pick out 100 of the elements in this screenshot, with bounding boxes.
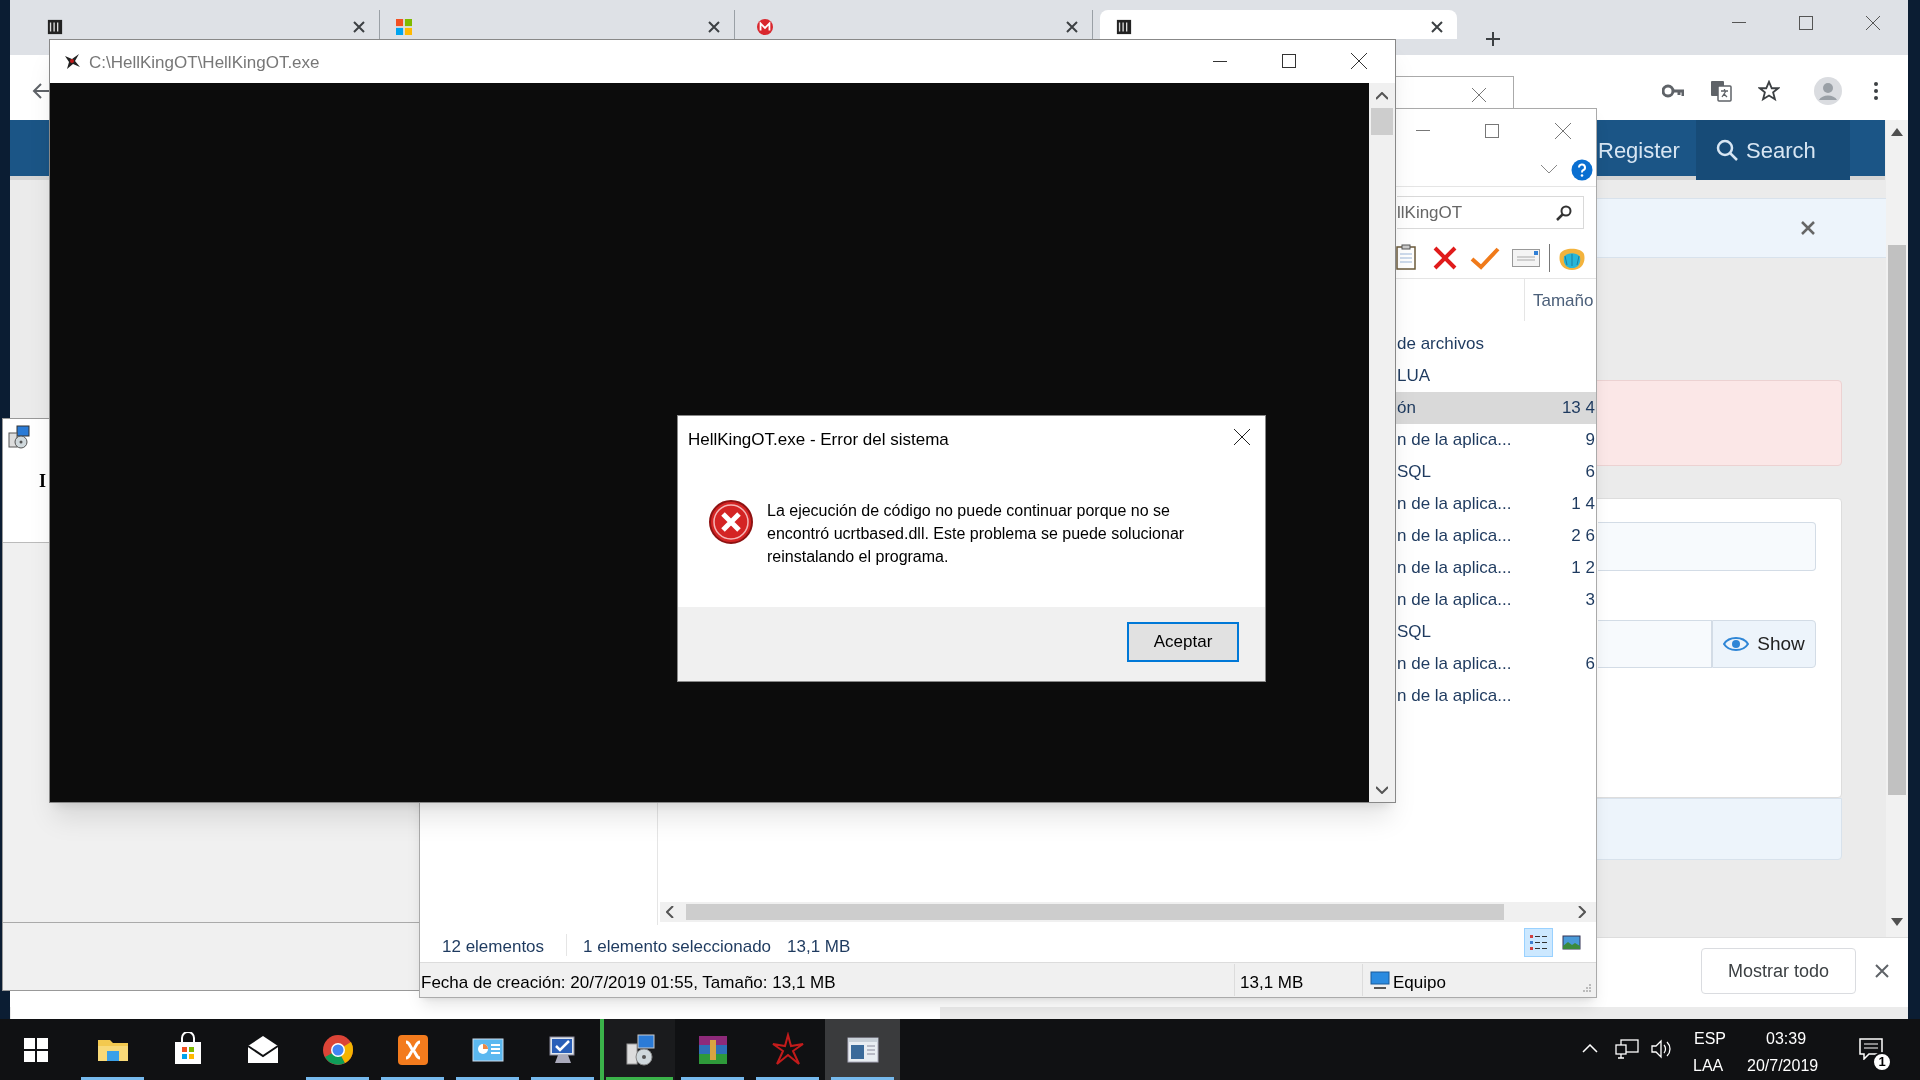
taskbar-app[interactable] <box>825 1019 900 1080</box>
column-header[interactable]: Tamaño <box>1533 288 1594 314</box>
file-type: n de la aplica... <box>1397 525 1512 548</box>
start-icon[interactable] <box>24 1038 48 1062</box>
search-link[interactable]: Search <box>1696 120 1850 180</box>
favicon-icon <box>1116 19 1132 35</box>
computer-icon <box>1370 971 1390 989</box>
help-icon[interactable] <box>1571 159 1593 181</box>
file-size: 13,1 MB <box>1240 972 1304 994</box>
close-icon[interactable] <box>1066 21 1078 33</box>
clock-date[interactable]: 20/7/2019 <box>1747 1054 1819 1078</box>
close-icon[interactable] <box>1431 21 1443 33</box>
item-count: 12 elementos <box>442 936 545 958</box>
file-size: 6 <box>1585 461 1595 484</box>
maximize-icon[interactable] <box>1799 16 1813 30</box>
close-icon[interactable] <box>353 21 365 33</box>
network-icon[interactable] <box>1615 1039 1639 1059</box>
scrollbar-thumb[interactable] <box>1888 245 1906 795</box>
scrollbar-thumb[interactable] <box>1371 108 1393 135</box>
file-row[interactable]: n de la aplica... 1 4 <box>1396 488 1596 520</box>
input-language[interactable]: ESP <box>1694 1027 1726 1051</box>
card-icon[interactable] <box>1512 249 1540 267</box>
chevron-up-icon[interactable] <box>1582 1044 1598 1053</box>
file-size: 3 <box>1585 589 1595 612</box>
taskbar-app[interactable] <box>600 1019 675 1080</box>
scroll-right-icon[interactable] <box>1578 906 1586 918</box>
window-title: C:\HellKingOT\HellKingOT.exe <box>89 52 320 74</box>
file-type: n de la aplica... <box>1397 429 1512 452</box>
resize-grip-icon[interactable] <box>1582 983 1592 993</box>
checkmark-icon[interactable] <box>1470 246 1500 270</box>
location-label: Equipo <box>1393 972 1446 994</box>
file-row[interactable]: ón 13 4 <box>1396 392 1596 424</box>
file-size: 9 <box>1585 429 1595 452</box>
browser-tab[interactable] <box>1100 10 1457 39</box>
maximize-icon[interactable] <box>1282 54 1296 68</box>
accept-button[interactable]: Aceptar <box>1127 622 1239 662</box>
back-icon[interactable] <box>32 82 50 100</box>
file-row[interactable]: de archivos <box>1396 328 1596 360</box>
close-icon[interactable] <box>708 21 720 33</box>
file-type: n de la aplica... <box>1397 653 1512 676</box>
file-type: SQL <box>1397 461 1432 484</box>
file-type: n de la aplica... <box>1397 493 1512 516</box>
translate-icon[interactable] <box>1710 80 1732 102</box>
file-type: n de la aplica... <box>1397 589 1512 612</box>
scrollbar-thumb[interactable] <box>686 904 1504 920</box>
error-message: La ejecución de código no puede continuar porque no se encontró ucrtbased.dll. Este problema se puede solucionar reinstalando el programa. <box>767 501 1186 567</box>
key-icon[interactable] <box>1662 84 1684 98</box>
clock-time[interactable]: 03:39 <box>1766 1027 1807 1051</box>
setup-heading: I <box>39 470 46 493</box>
show-password-button[interactable]: Show <box>1712 620 1816 668</box>
bookmark-star-icon[interactable] <box>1758 80 1780 102</box>
menu-icon[interactable] <box>1874 82 1878 100</box>
file-type: ón <box>1397 397 1416 420</box>
password-field[interactable] <box>1598 620 1712 668</box>
close-icon[interactable] <box>1875 964 1889 978</box>
close-icon[interactable] <box>1234 429 1250 445</box>
search-field[interactable]: llKingOT <box>1397 196 1584 229</box>
dialog-title: HellKingOT.exe - Error del sistema <box>688 429 949 451</box>
register-link[interactable]: Register <box>1598 134 1680 167</box>
chevron-down-icon[interactable] <box>1541 165 1557 174</box>
scroll-down-icon[interactable] <box>1376 786 1388 794</box>
new-tab-icon[interactable] <box>1484 30 1502 48</box>
file-row[interactable]: n de la aplica... 3 <box>1396 584 1596 616</box>
clipboard-icon[interactable] <box>1396 244 1416 270</box>
delete-icon[interactable] <box>1433 246 1457 270</box>
file-row[interactable]: SQL 6 <box>1396 456 1596 488</box>
details-view-icon <box>1528 932 1549 953</box>
file-row[interactable]: n de la aplica... <box>1396 680 1596 712</box>
file-size: 2 6 <box>1571 525 1595 548</box>
file-details: Fecha de creación: 20/7/2019 01:55, Tamaño: 13,1 MB <box>421 972 836 994</box>
favicon-icon <box>396 19 412 35</box>
scroll-left-icon[interactable] <box>666 906 674 918</box>
profile-icon[interactable] <box>1814 77 1842 105</box>
file-row[interactable]: n de la aplica... 2 6 <box>1396 520 1596 552</box>
file-size: 13 4 <box>1561 397 1595 420</box>
file-row[interactable]: LUA <box>1396 360 1596 392</box>
view-button[interactable] <box>1524 928 1553 957</box>
error-icon <box>708 499 754 545</box>
minimize-icon[interactable] <box>1213 61 1227 63</box>
file-type: n de la aplica... <box>1397 685 1512 708</box>
keyboard-layout[interactable]: LAA <box>1693 1054 1724 1078</box>
scroll-up-icon[interactable] <box>1891 128 1903 136</box>
input-field[interactable] <box>1598 522 1816 571</box>
file-size: 1 4 <box>1571 493 1595 516</box>
file-row[interactable]: n de la aplica... 1 2 <box>1396 552 1596 584</box>
file-type: LUA <box>1397 365 1431 388</box>
scroll-down-icon[interactable] <box>1891 918 1903 926</box>
file-row[interactable]: n de la aplica... 6 <box>1396 648 1596 680</box>
search-icon[interactable] <box>1556 205 1572 221</box>
show-all-button[interactable]: Mostrar todo <box>1701 948 1856 994</box>
file-row[interactable]: n de la aplica... 9 <box>1396 424 1596 456</box>
volume-icon[interactable] <box>1651 1039 1673 1059</box>
file-row[interactable]: SQL <box>1396 616 1596 648</box>
search-text: llKingOT <box>1397 201 1463 224</box>
scroll-up-icon[interactable] <box>1376 92 1388 100</box>
close-icon[interactable] <box>1351 53 1367 69</box>
selection-status: 1 elemento seleccionado <box>583 936 772 958</box>
minimize-icon[interactable] <box>1732 22 1746 24</box>
file-type: SQL <box>1397 621 1432 644</box>
file-type: n de la aplica... <box>1397 557 1512 580</box>
